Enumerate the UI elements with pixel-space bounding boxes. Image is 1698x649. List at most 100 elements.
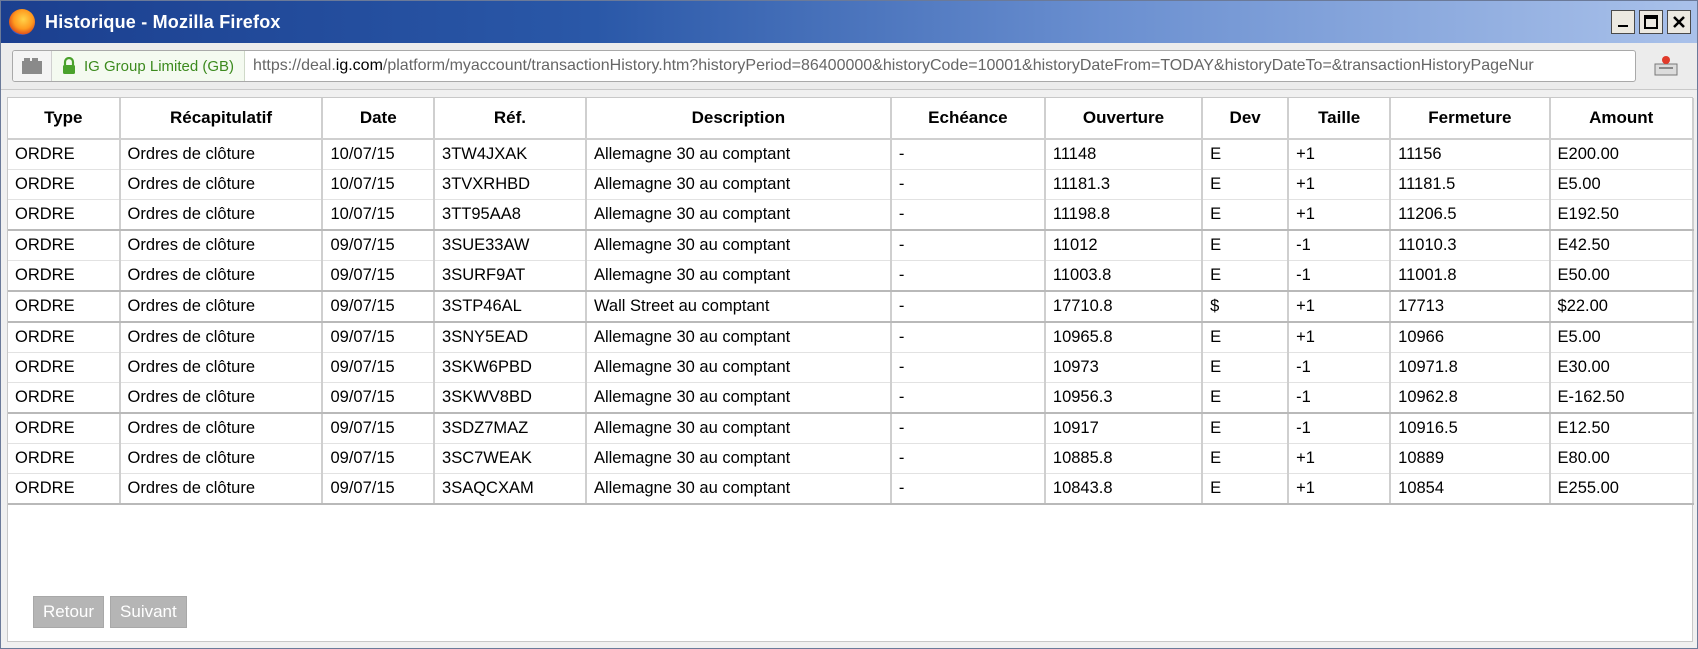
- cell-date: 10/07/15: [321, 169, 436, 200]
- cell-ref: 3TW4JXAK: [433, 139, 587, 170]
- cell-closing: 10889: [1389, 443, 1551, 474]
- table-body: ORDRE Ordres de clôture 10/07/15 3TW4JXAK Al…: [8, 139, 1695, 505]
- column-header-opening[interactable]: Ouverture: [1043, 98, 1204, 140]
- cell-opening: 11012: [1043, 230, 1204, 261]
- maximize-button[interactable]: [1639, 10, 1663, 34]
- cell-size: +1: [1287, 291, 1392, 323]
- window-title: Historique - Mozilla Firefox: [45, 11, 281, 32]
- column-header-amount[interactable]: Amount: [1548, 98, 1695, 140]
- cell-amount: E255.00: [1548, 473, 1695, 505]
- table-row[interactable]: ORDRE Ordres de clôture 09/07/15 3SURF9AT Al…: [8, 260, 1695, 292]
- cell-closing: 10971.8: [1389, 352, 1551, 383]
- cell-description: Allemagne 30 au comptant: [584, 413, 892, 444]
- cell-amount: E12.50: [1548, 413, 1695, 444]
- cell-description: Allemagne 30 au comptant: [584, 230, 892, 261]
- cell-amount: E192.50: [1548, 199, 1695, 231]
- close-button[interactable]: [1667, 10, 1691, 34]
- site-identity[interactable]: IG Group Limited (GB): [52, 51, 246, 81]
- cell-date: 09/07/15: [321, 322, 436, 353]
- cell-size: +1: [1287, 443, 1392, 474]
- cell-summary: Ordres de clôture: [118, 352, 324, 383]
- cell-size: -1: [1287, 413, 1392, 444]
- cell-amount: E50.00: [1548, 260, 1695, 292]
- minimize-button[interactable]: [1611, 10, 1635, 34]
- cell-ref: 3SNY5EAD: [433, 322, 587, 353]
- cell-description: Allemagne 30 au comptant: [584, 473, 892, 505]
- close-icon: [1673, 16, 1685, 28]
- table-row[interactable]: ORDRE Ordres de clôture 09/07/15 3SUE33AW Al…: [8, 230, 1695, 261]
- table-row[interactable]: ORDRE Ordres de clôture 10/07/15 3TT95AA8 Al…: [8, 199, 1695, 231]
- table-row[interactable]: ORDRE Ordres de clôture 10/07/15 3TVXRHBD Al…: [8, 169, 1695, 200]
- cell-amount: E30.00: [1548, 352, 1695, 383]
- cell-expiry: -: [889, 199, 1046, 231]
- cell-amount: E200.00: [1548, 139, 1695, 170]
- cell-closing: 11181.5: [1389, 169, 1551, 200]
- lock-icon: [63, 57, 75, 74]
- cell-date: 09/07/15: [321, 260, 436, 292]
- addon-icon[interactable]: [1653, 55, 1679, 77]
- table-header-row: Type Récapitulatif Date Réf. Description…: [8, 98, 1695, 140]
- cell-ref: 3TVXRHBD: [433, 169, 587, 200]
- cell-closing: 10916.5: [1389, 413, 1551, 444]
- table-row[interactable]: ORDRE Ordres de clôture 09/07/15 3SKWV8BD Al…: [8, 382, 1695, 414]
- firefox-icon: [9, 9, 35, 35]
- cell-currency: E: [1201, 260, 1290, 292]
- cell-ref: 3TT95AA8: [433, 199, 587, 231]
- cell-type: ORDRE: [8, 322, 121, 353]
- cell-size: +1: [1287, 169, 1392, 200]
- column-header-summary[interactable]: Récapitulatif: [118, 98, 324, 140]
- cell-currency: E: [1201, 413, 1290, 444]
- cell-closing: 11001.8: [1389, 260, 1551, 292]
- cell-summary: Ordres de clôture: [118, 260, 324, 292]
- cell-type: ORDRE: [8, 169, 121, 200]
- cell-opening: 10917: [1043, 413, 1204, 444]
- navigation-bar: IG Group Limited (GB) https://deal.ig.co…: [1, 43, 1697, 90]
- cell-amount: $22.00: [1548, 291, 1695, 323]
- column-header-currency[interactable]: Dev: [1201, 98, 1290, 140]
- cell-closing: 11156: [1389, 139, 1551, 170]
- column-header-closing[interactable]: Fermeture: [1389, 98, 1551, 140]
- cell-date: 10/07/15: [321, 199, 436, 231]
- transaction-table: Type Récapitulatif Date Réf. Description…: [8, 98, 1695, 505]
- table-row[interactable]: ORDRE Ordres de clôture 09/07/15 3SKW6PBD Al…: [8, 352, 1695, 383]
- cell-ref: 3SC7WEAK: [433, 443, 587, 474]
- cell-size: -1: [1287, 352, 1392, 383]
- cell-type: ORDRE: [8, 199, 121, 231]
- cell-amount: E80.00: [1548, 443, 1695, 474]
- title-bar: Historique - Mozilla Firefox: [1, 1, 1697, 43]
- cell-size: -1: [1287, 230, 1392, 261]
- url-text[interactable]: https://deal.ig.com/platform/myaccount/t…: [245, 57, 1534, 75]
- column-header-expiry[interactable]: Echéance: [889, 98, 1046, 140]
- table-row[interactable]: ORDRE Ordres de clôture 09/07/15 3SDZ7MAZ Al…: [8, 413, 1695, 444]
- url-prefix: https://deal.: [253, 57, 336, 74]
- table-row[interactable]: ORDRE Ordres de clôture 09/07/15 3SNY5EAD Al…: [8, 322, 1695, 353]
- cell-ref: 3SKW6PBD: [433, 352, 587, 383]
- cell-closing: 17713: [1389, 291, 1551, 323]
- column-header-ref[interactable]: Réf.: [433, 98, 587, 140]
- cell-size: -1: [1287, 382, 1392, 414]
- column-header-date[interactable]: Date: [321, 98, 436, 140]
- cell-amount: E5.00: [1548, 322, 1695, 353]
- cell-summary: Ordres de clôture: [118, 230, 324, 261]
- cell-opening: 17710.8: [1043, 291, 1204, 323]
- table-row[interactable]: ORDRE Ordres de clôture 09/07/15 3STP46AL Wa…: [8, 291, 1695, 323]
- cell-opening: 10843.8: [1043, 473, 1204, 505]
- column-header-description[interactable]: Description: [584, 98, 892, 140]
- cell-summary: Ordres de clôture: [118, 473, 324, 505]
- cell-ref: 3SUE33AW: [433, 230, 587, 261]
- table-row[interactable]: ORDRE Ordres de clôture 09/07/15 3SAQCXAM Al…: [8, 473, 1695, 505]
- cell-expiry: -: [889, 352, 1046, 383]
- site-identity-icon[interactable]: [13, 51, 52, 81]
- url-path: /platform/myaccount/transactionHistory.h…: [382, 57, 1534, 74]
- table-row[interactable]: ORDRE Ordres de clôture 09/07/15 3SC7WEAK Al…: [8, 443, 1695, 474]
- table-row[interactable]: ORDRE Ordres de clôture 10/07/15 3TW4JXAK Al…: [8, 139, 1695, 170]
- next-page-button[interactable]: Suivant: [110, 596, 187, 628]
- cell-type: ORDRE: [8, 413, 121, 444]
- column-header-size[interactable]: Taille: [1287, 98, 1392, 140]
- cell-date: 09/07/15: [321, 230, 436, 261]
- cell-summary: Ordres de clôture: [118, 443, 324, 474]
- column-header-type[interactable]: Type: [8, 98, 121, 140]
- previous-page-button[interactable]: Retour: [33, 596, 105, 628]
- cell-summary: Ordres de clôture: [118, 199, 324, 231]
- address-bar[interactable]: IG Group Limited (GB) https://deal.ig.co…: [12, 50, 1636, 82]
